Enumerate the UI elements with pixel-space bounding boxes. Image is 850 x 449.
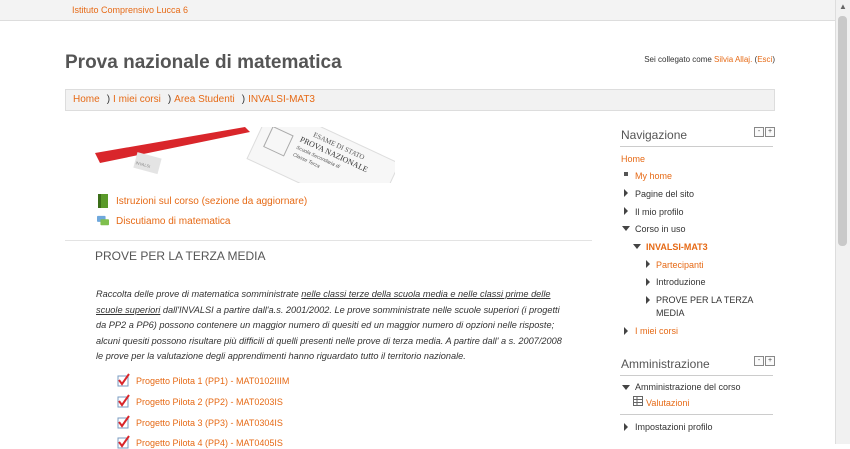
pilot-link[interactable]: Progetto Pilota 4 (PP4) - MAT0405IS — [136, 438, 283, 448]
login-info: Sei collegato come Silvia Allaj. (Esci) — [644, 55, 775, 64]
collapse-icon[interactable] — [622, 385, 630, 390]
expand-icon[interactable] — [624, 423, 628, 431]
activity-forum[interactable]: Discutiamo di matematica — [97, 214, 257, 230]
summary-text-b: dall'INVALSI a partire dall'a.s. 2001/20… — [96, 304, 562, 362]
block-rule — [620, 375, 773, 376]
activity-instructions[interactable]: Istruzioni sul corso (sezione da aggiorn… — [97, 194, 317, 210]
nav-my-profile[interactable]: Il mio profilo — [635, 207, 684, 217]
hide-block-icon[interactable]: - — [754, 127, 764, 137]
page-title: Prova nazionale di matematica — [65, 52, 342, 73]
nav-home[interactable]: Home — [621, 154, 645, 164]
breadcrumb-separator: ) — [241, 94, 246, 105]
banner-red-stripe — [95, 127, 250, 163]
breadcrumb-separator: ) — [167, 94, 172, 105]
logout-close: ) — [772, 55, 775, 64]
move-block-icon[interactable]: + — [765, 356, 775, 366]
move-block-icon[interactable]: + — [765, 127, 775, 137]
hide-block-icon[interactable]: - — [754, 356, 764, 366]
forum-link[interactable]: Discutiamo di matematica — [116, 216, 230, 227]
breadcrumb: Home) I miei corsi) Area Studenti) INVALSI-… — [65, 89, 775, 111]
forum-icon — [97, 215, 109, 226]
grades-icon — [633, 396, 643, 406]
quiz-check-icon — [117, 373, 130, 387]
nav-my-courses[interactable]: I miei corsi — [635, 326, 678, 336]
site-header-bar: Istituto Comprensivo Lucca 6 — [0, 0, 836, 21]
user-profile-link[interactable]: Silvia Allaj. — [714, 55, 752, 64]
scroll-up-icon[interactable]: ▲ — [839, 2, 847, 11]
nav-grades[interactable]: Valutazioni — [646, 398, 689, 408]
collapse-icon[interactable] — [622, 226, 630, 231]
expand-icon[interactable] — [624, 189, 628, 197]
nav-participants[interactable]: Partecipanti — [656, 260, 704, 270]
quiz-check-icon — [117, 435, 130, 449]
pilot-link[interactable]: Progetto Pilota 1 (PP1) - MAT0102IIIM — [136, 376, 289, 386]
section-title: PROVE PER LA TERZA MEDIA — [95, 249, 266, 263]
instructions-link[interactable]: Istruzioni sul corso (sezione da aggiorn… — [116, 196, 307, 207]
nav-course-admin[interactable]: Amministrazione del corso — [635, 382, 741, 392]
navigation-block-title: Navigazione — [621, 128, 688, 142]
nav-my-home[interactable]: My home — [635, 171, 672, 181]
nav-section-line1[interactable]: PROVE PER LA TERZA — [656, 295, 753, 305]
quiz-check-icon — [117, 415, 130, 429]
login-prefix: Sei collegato come — [644, 55, 712, 64]
block-rule — [620, 146, 773, 147]
pilot-link[interactable]: Progetto Pilota 3 (PP3) - MAT0304IS — [136, 418, 283, 428]
nav-current-course[interactable]: Corso in uso — [635, 224, 686, 234]
bullet-icon — [624, 172, 628, 176]
nav-site-pages[interactable]: Pagine del sito — [635, 189, 694, 199]
expand-icon[interactable] — [646, 260, 650, 268]
administration-block-title: Amministrazione — [621, 357, 710, 371]
summary-text-a: Raccolta delle prove di matematica sommi… — [96, 289, 302, 299]
expand-icon[interactable] — [624, 327, 628, 335]
vertical-scrollbar[interactable]: ▲ — [835, 0, 850, 444]
nav-section-line2[interactable]: MEDIA — [656, 308, 685, 318]
breadcrumb-course[interactable]: INVALSI-MAT3 — [248, 94, 315, 105]
breadcrumb-separator: ) — [106, 94, 111, 105]
nav-profile-settings[interactable]: Impostazioni profilo — [635, 422, 713, 432]
breadcrumb-home[interactable]: Home — [73, 94, 100, 105]
scrollbar-thumb[interactable] — [838, 16, 847, 246]
book-icon — [98, 194, 108, 208]
nav-course[interactable]: INVALSI-MAT3 — [646, 242, 708, 252]
nav-introduction[interactable]: Introduzione — [656, 277, 706, 287]
site-name-link[interactable]: Istituto Comprensivo Lucca 6 — [72, 5, 188, 15]
banner-exam-paper: ESAME DI STATO PROVA NAZIONALE Scuola Se… — [246, 127, 395, 183]
breadcrumb-area-studenti[interactable]: Area Studenti — [174, 94, 235, 105]
expand-icon[interactable] — [646, 278, 650, 286]
quiz-check-icon — [117, 394, 130, 408]
expand-icon[interactable] — [624, 207, 628, 215]
logout-link[interactable]: Esci — [757, 55, 772, 64]
pilot-link[interactable]: Progetto Pilota 2 (PP2) - MAT0203IS — [136, 397, 283, 407]
course-banner-image: INVALSI ESAME DI STATO PROVA NAZIONALE S… — [95, 127, 395, 183]
expand-icon[interactable] — [646, 296, 650, 304]
collapse-icon[interactable] — [633, 244, 641, 249]
section-divider — [65, 240, 592, 241]
block-rule — [620, 414, 773, 415]
breadcrumb-my-courses[interactable]: I miei corsi — [113, 94, 161, 105]
section-summary: Raccolta delle prove di matematica sommi… — [96, 287, 562, 365]
